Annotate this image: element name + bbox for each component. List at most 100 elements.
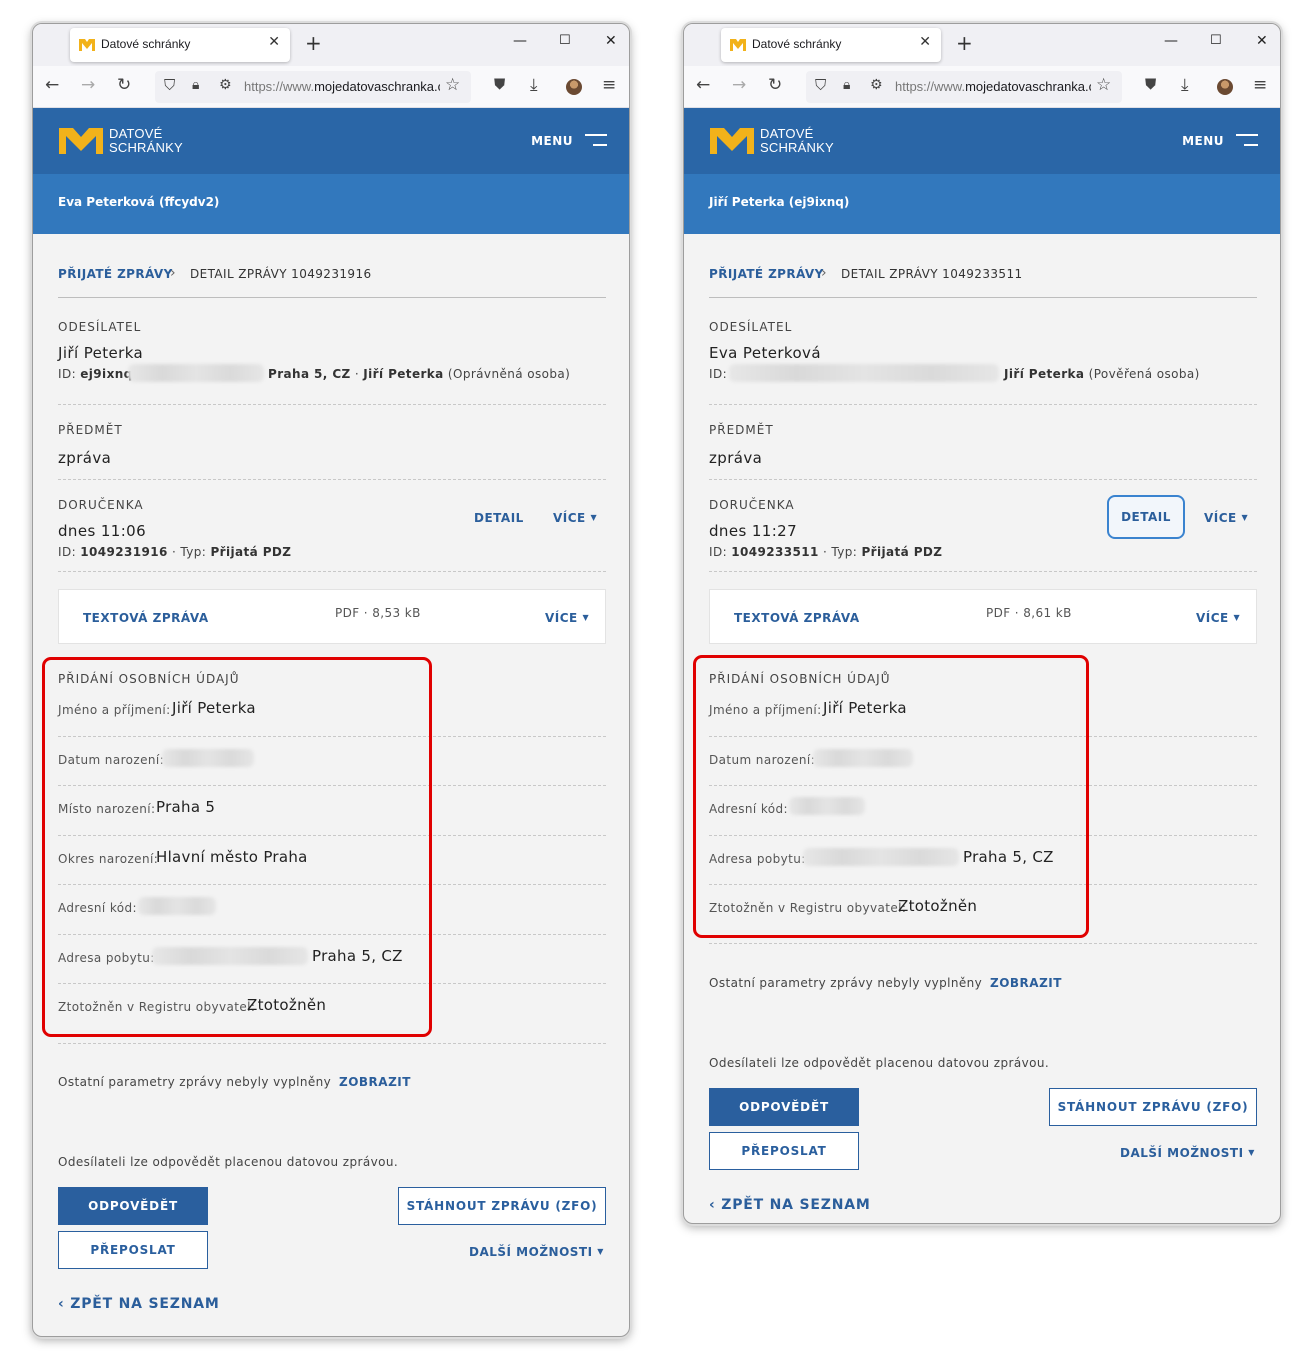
sender-id: ID: ej9ixnq <box>58 367 133 381</box>
attachment-more-button[interactable]: VÍCE ▼ <box>1196 611 1240 625</box>
divider <box>58 297 606 298</box>
title-bar: Datové schránky ✕ + — ☐ ✕ <box>33 24 629 66</box>
show-params-button[interactable]: ZOBRAZIT <box>990 976 1062 990</box>
pocket-icon[interactable]: ⛊ <box>494 77 505 92</box>
permissions-icon[interactable]: ⚙︎ <box>870 78 883 92</box>
reply-button[interactable]: ODPOVĚDĚT <box>709 1088 859 1126</box>
receipt-id: ID: 1049233511 · Typ: Přijatá PDZ <box>709 545 943 559</box>
redacted-sender-details <box>729 364 999 382</box>
close-window-icon[interactable]: ✕ <box>605 33 617 49</box>
close-tab-icon[interactable]: ✕ <box>919 34 931 50</box>
forward-arrow-icon[interactable]: → <box>732 77 746 94</box>
user-bar: Jiří Peterka (ej9ixnq) <box>684 174 1280 234</box>
attachment-link[interactable]: TEXTOVÁ ZPRÁVA <box>734 611 860 625</box>
url-bar[interactable]: ⛉ 🔒︎ ⚙︎ https://www.mojedatovaschranka.c… <box>155 71 471 103</box>
shield-icon[interactable]: ⛉ <box>164 78 175 93</box>
site-logo-text[interactable]: DATOVÉ SCHRÁNKY <box>760 127 834 155</box>
download-zfo-button[interactable]: STÁHNOUT ZPRÁVU (ZFO) <box>1049 1088 1257 1126</box>
tab-title: Datové schránky <box>752 37 842 51</box>
receipt-more-button[interactable]: VÍCE ▼ <box>553 511 597 525</box>
datove-schranky-logo-icon[interactable] <box>710 128 754 154</box>
receipt-more-button[interactable]: VÍCE ▼ <box>1204 511 1248 525</box>
highlight-annotation <box>693 655 1089 938</box>
divider <box>709 571 1257 572</box>
forward-arrow-icon[interactable]: → <box>81 77 95 94</box>
breadcrumb-received[interactable]: PŘIJATÉ ZPRÁVY <box>709 267 824 281</box>
breadcrumb-received[interactable]: PŘIJATÉ ZPRÁVY <box>58 267 173 281</box>
shield-icon[interactable]: ⛉ <box>815 78 826 93</box>
reload-icon[interactable]: ↻ <box>117 77 131 94</box>
menu-button[interactable]: MENU <box>1182 134 1224 148</box>
forward-button[interactable]: PŘEPOSLAT <box>58 1231 208 1269</box>
attachment-more-button[interactable]: VÍCE ▼ <box>545 611 589 625</box>
other-params-text: Ostatní parametry zprávy nebyly vyplněny <box>709 976 983 990</box>
maximize-icon[interactable]: ☐ <box>1210 33 1222 48</box>
receipt-heading: DORUČENKA <box>58 498 144 512</box>
close-tab-icon[interactable]: ✕ <box>268 34 280 50</box>
star-icon[interactable]: ☆ <box>1096 77 1111 94</box>
back-to-list-link[interactable]: ‹ ZPĚT NA SEZNAM <box>58 1296 220 1312</box>
attachment-link[interactable]: TEXTOVÁ ZPRÁVA <box>83 611 209 625</box>
receipt-time: dnes 11:27 <box>709 522 798 540</box>
menu-icon[interactable] <box>1236 134 1258 148</box>
paid-reply-text: Odesílateli lze odpovědět placenou datov… <box>709 1056 1050 1070</box>
current-user: Eva Peterková (ffcydv2) <box>58 195 220 209</box>
divider <box>58 571 606 572</box>
profile-avatar[interactable] <box>566 79 582 95</box>
forward-button[interactable]: PŘEPOSLAT <box>709 1132 859 1170</box>
new-tab-icon[interactable]: + <box>305 31 322 55</box>
browser-tab[interactable]: Datové schránky ✕ <box>70 28 290 62</box>
user-bar: Eva Peterková (ffcydv2) <box>33 174 629 234</box>
url-bar[interactable]: ⛉ 🔒︎ ⚙︎ https://www.mojedatovaschranka.c… <box>806 71 1122 103</box>
subject-heading: PŘEDMĚT <box>58 423 123 437</box>
attachment-row: TEXTOVÁ ZPRÁVA PDF · 8,53 kB VÍCE ▼ <box>58 589 606 644</box>
url-text[interactable]: https://www.mojedatovaschranka.cz <box>244 79 440 94</box>
download-zfo-button[interactable]: STÁHNOUT ZPRÁVU (ZFO) <box>398 1187 606 1225</box>
title-bar: Datové schránky ✕ + — ☐ ✕ <box>684 24 1280 66</box>
site-logo-text[interactable]: DATOVÉ SCHRÁNKY <box>109 127 183 155</box>
detail-button[interactable]: DETAIL <box>474 511 524 525</box>
new-tab-icon[interactable]: + <box>956 31 973 55</box>
minimize-icon[interactable]: — <box>513 33 527 49</box>
close-window-icon[interactable]: ✕ <box>1256 33 1268 49</box>
navigation-bar: ← → ↻ ⛉ 🔒︎ ⚙︎ https://www.mojedatovaschr… <box>684 66 1280 108</box>
back-to-list-link[interactable]: ‹ ZPĚT NA SEZNAM <box>709 1197 871 1213</box>
menu-button[interactable]: MENU <box>531 134 573 148</box>
maximize-icon[interactable]: ☐ <box>559 33 571 48</box>
back-arrow-icon[interactable]: ← <box>696 77 710 94</box>
download-icon[interactable]: ⤓ <box>530 77 538 94</box>
redacted-address <box>128 364 264 382</box>
caret-down-icon: ▼ <box>590 513 598 522</box>
back-arrow-icon[interactable]: ← <box>45 77 59 94</box>
divider <box>709 943 1257 944</box>
hamburger-icon[interactable]: ≡ <box>602 77 616 94</box>
reload-icon[interactable]: ↻ <box>768 77 782 94</box>
star-icon[interactable]: ☆ <box>445 77 460 94</box>
receipt-heading: DORUČENKA <box>709 498 795 512</box>
receipt-time: dnes 11:06 <box>58 522 147 540</box>
reply-button[interactable]: ODPOVĚDĚT <box>58 1187 208 1225</box>
current-user: Jiří Peterka (ej9ixnq) <box>709 195 850 209</box>
more-options-button[interactable]: DALŠÍ MOŽNOSTI ▼ <box>1120 1146 1255 1160</box>
permissions-icon[interactable]: ⚙︎ <box>219 78 232 92</box>
minimize-icon[interactable]: — <box>1164 33 1178 49</box>
receipt-id: ID: 1049231916 · Typ: Přijatá PDZ <box>58 545 292 559</box>
datove-schranky-logo-icon[interactable] <box>59 128 103 154</box>
sender-person: Jiří Peterka (Pověřená osoba) <box>1004 367 1200 381</box>
divider <box>58 404 606 405</box>
more-options-button[interactable]: DALŠÍ MOŽNOSTI ▼ <box>469 1245 604 1259</box>
menu-icon[interactable] <box>585 134 607 148</box>
browser-tab[interactable]: Datové schránky ✕ <box>721 28 941 62</box>
lock-icon[interactable]: 🔒︎ <box>192 78 199 92</box>
download-icon[interactable]: ⤓ <box>1181 77 1189 94</box>
lock-icon[interactable]: 🔒︎ <box>843 78 850 92</box>
detail-button[interactable]: DETAIL <box>1107 495 1185 539</box>
site-header: DATOVÉ SCHRÁNKY MENU <box>33 108 629 174</box>
chevron-left-icon: ‹ <box>709 1197 716 1213</box>
profile-avatar[interactable] <box>1217 79 1233 95</box>
sender-id: ID: <box>709 367 728 381</box>
hamburger-icon[interactable]: ≡ <box>1253 77 1267 94</box>
url-text[interactable]: https://www.mojedatovaschranka.cz <box>895 79 1091 94</box>
pocket-icon[interactable]: ⛊ <box>1145 77 1156 92</box>
show-params-button[interactable]: ZOBRAZIT <box>339 1075 411 1089</box>
